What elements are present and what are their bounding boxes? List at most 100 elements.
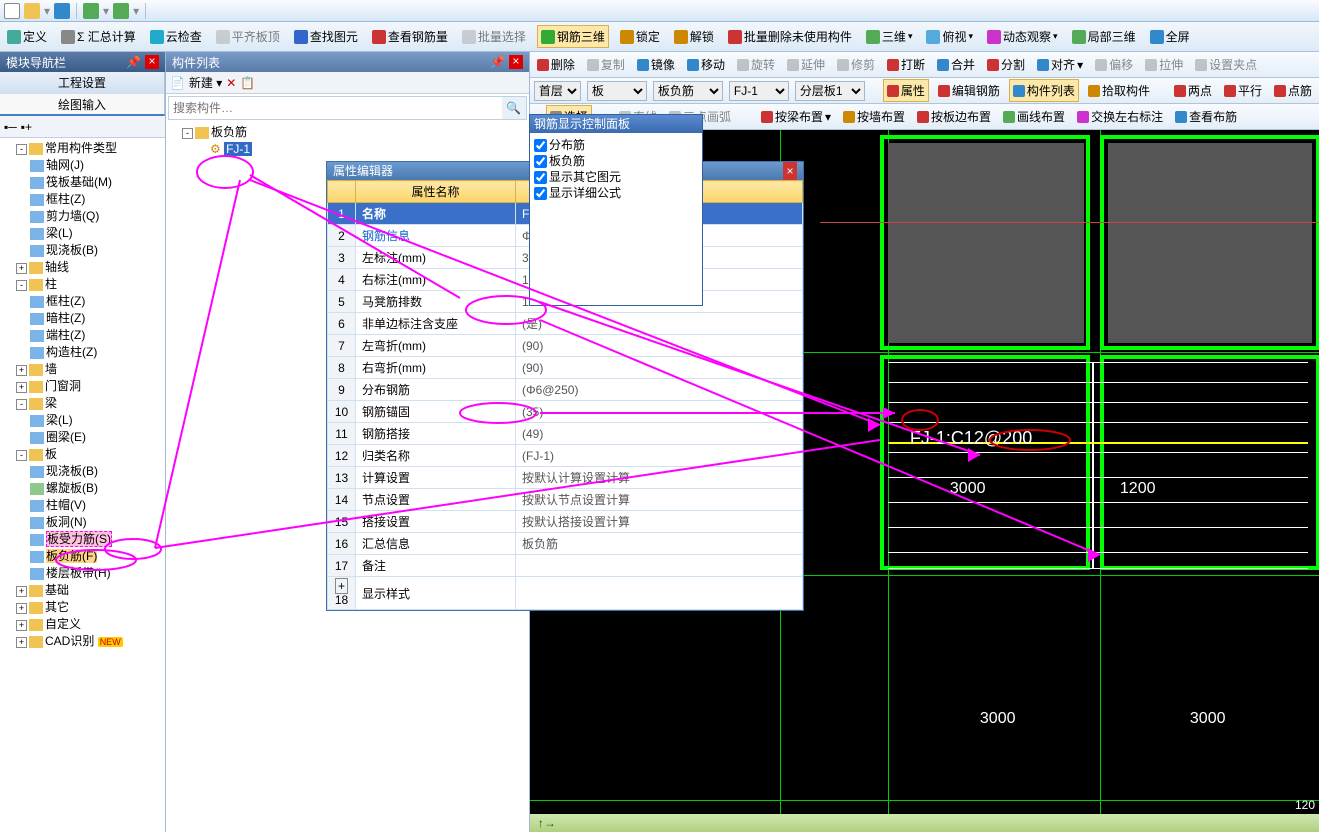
extend-button[interactable]: 延伸 [784,54,828,75]
tree-node[interactable]: 剪力墙(Q) [30,208,163,225]
property-row[interactable]: 8右弯折(mm)(90) [328,357,803,379]
local-3d-button[interactable]: 局部三维 [1069,26,1139,47]
property-row[interactable]: 17备注 [328,555,803,577]
component-list-button[interactable]: 构件列表 [1009,79,1079,102]
offset-button[interactable]: 偏移 [1092,54,1136,75]
search-icon[interactable]: 🔍 [502,97,526,119]
tree-node[interactable]: +轴线 [16,259,163,276]
view-rebar-button[interactable]: 查看钢筋量 [369,26,451,47]
view-layout-button[interactable]: 查看布筋 [1172,106,1240,127]
tree-node[interactable]: 现浇板(B) [30,463,163,480]
tree-node[interactable]: 构造柱(Z) [30,344,163,361]
tree-node[interactable]: +其它 [16,599,163,616]
tree-node[interactable]: 螺旋板(B) [30,480,163,497]
tree-expander[interactable]: + [16,603,27,614]
property-row[interactable]: 11钢筋搭接(49) [328,423,803,445]
new-component-icon[interactable]: 📄 [170,76,185,90]
orbit-button[interactable]: 动态观察 ▾ [984,26,1061,47]
tree-expander[interactable]: + [16,263,27,274]
copy-component-icon[interactable]: 📋 [240,76,255,90]
tree-expander[interactable]: - [16,399,27,410]
tree-node[interactable]: 轴网(J) [30,157,163,174]
merge-button[interactable]: 合并 [934,54,978,75]
undo-icon[interactable] [83,3,99,19]
pick-component-button[interactable]: 拾取构件 [1085,80,1153,101]
tree-node[interactable]: 框柱(Z) [30,191,163,208]
tree-node[interactable]: -梁梁(L)圈梁(E) [16,395,163,446]
3d-button[interactable]: 三维 ▾ [863,26,916,47]
pin-icon[interactable]: 📌 [126,55,141,69]
tree-expander[interactable]: - [182,128,193,139]
tree-node[interactable]: 暗柱(Z) [30,310,163,327]
tree-expander[interactable]: + [16,637,27,648]
tree-expander[interactable]: - [16,144,27,155]
tree-expander[interactable]: - [16,450,27,461]
property-row[interactable]: 14节点设置按默认节点设置计算 [328,489,803,511]
property-row[interactable]: + 18显示样式 [328,577,803,610]
tree-node[interactable]: 端柱(Z) [30,327,163,344]
tree-node[interactable]: 梁(L) [30,412,163,429]
fullscreen-button[interactable]: 全屏 [1147,26,1193,47]
tree-node[interactable]: 圈梁(E) [30,429,163,446]
new-icon[interactable] [4,3,20,19]
checkbox[interactable] [534,139,547,152]
break-button[interactable]: 打断 [884,54,928,75]
delete-button[interactable]: 删除 [534,54,578,75]
property-row[interactable]: 15搭接设置按默认搭接设置计算 [328,511,803,533]
redo-icon[interactable] [113,3,129,19]
tree-expander[interactable]: + [16,365,27,376]
property-row[interactable]: 10钢筋锚固(35) [328,401,803,423]
type-select[interactable]: 板负筋 [653,81,723,101]
dot-rebar-button[interactable]: 点筋 [1271,80,1315,101]
split-button[interactable]: 分割 [984,54,1028,75]
property-row[interactable]: 12归类名称(FJ-1) [328,445,803,467]
cloud-check-button[interactable]: 云检查 [147,26,205,47]
search-input[interactable] [169,97,502,119]
member-select[interactable]: FJ-1 [729,81,789,101]
rebar-display-option[interactable]: 显示详细公式 [534,185,698,201]
top-view-button[interactable]: 俯视 ▾ [923,26,976,47]
tree-node[interactable]: 梁(L) [30,225,163,242]
checkbox[interactable] [534,155,547,168]
trim-button[interactable]: 修剪 [834,54,878,75]
tree-node[interactable]: -常用构件类型轴网(J)筏板基础(M)框柱(Z)剪力墙(Q)梁(L)现浇板(B) [16,140,163,259]
tree-node[interactable]: 楼层板带(H) [30,565,163,582]
checkbox[interactable] [534,171,547,184]
property-row[interactable]: 16汇总信息板负筋 [328,533,803,555]
copy-button[interactable]: 复制 [584,54,628,75]
rebar-display-option[interactable]: 显示其它图元 [534,169,698,185]
tree-node[interactable]: 板受力筋(S) [30,531,163,548]
align-slab-button[interactable]: 平齐板顶 [213,26,283,47]
tab-draw-input[interactable]: 绘图输入 [0,94,165,116]
tree-node[interactable]: 现浇板(B) [30,242,163,259]
tree-expander[interactable]: - [16,280,27,291]
edit-rebar-button[interactable]: 编辑钢筋 [935,80,1003,101]
tree-node[interactable]: +门窗洞 [16,378,163,395]
tree-node[interactable]: +墙 [16,361,163,378]
tree-collapse-icon[interactable]: ▪─ [4,120,17,134]
rotate-button[interactable]: 旋转 [734,54,778,75]
new-component-button[interactable]: 新建 ▾ [189,74,222,91]
property-row[interactable]: 13计算设置按默认计算设置计算 [328,467,803,489]
unlock-button[interactable]: 解锁 [671,26,717,47]
lock-button[interactable]: 锁定 [617,26,663,47]
tree-node[interactable]: 板洞(N) [30,514,163,531]
checkbox[interactable] [534,187,547,200]
category-select[interactable]: 板 [587,81,647,101]
tree-expand-icon[interactable]: ▪+ [21,120,32,134]
tree-item-fj1[interactable]: FJ-1 [224,142,252,156]
floor-select[interactable]: 首层 [534,81,581,101]
tree-node[interactable]: 柱帽(V) [30,497,163,514]
delete-component-icon[interactable]: ✕ [226,76,236,90]
close-icon[interactable]: × [509,55,523,69]
tree-expander[interactable]: + [16,620,27,631]
tree-node[interactable]: 筏板基础(M) [30,174,163,191]
align-button[interactable]: 对齐 ▾ [1034,54,1086,75]
batch-sel-button[interactable]: 批量选择 [459,26,529,47]
tree-expander[interactable]: + [16,586,27,597]
tree-node[interactable]: +CAD识别 NEW [16,633,163,651]
close-icon[interactable]: × [145,55,159,69]
rebar-display-option[interactable]: 板负筋 [534,153,698,169]
property-row[interactable]: 7左弯折(mm)(90) [328,335,803,357]
by-wall-button[interactable]: 按墙布置 [840,106,908,127]
